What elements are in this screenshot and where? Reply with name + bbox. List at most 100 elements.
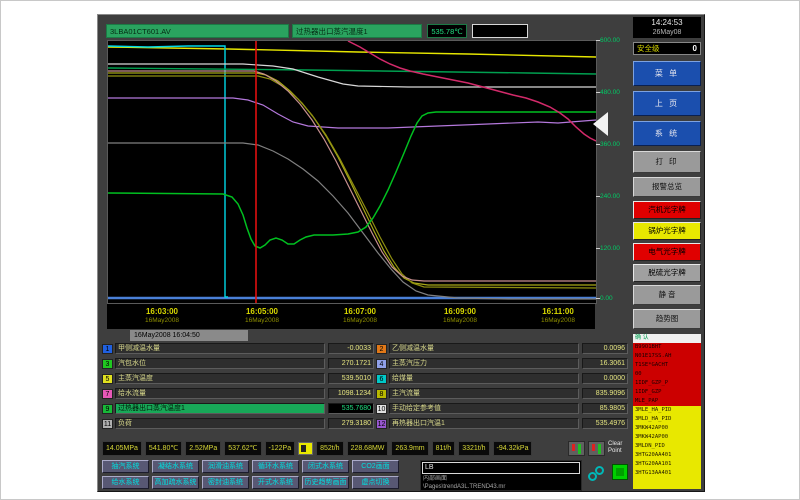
alarm-tag[interactable]: MLE_PAP [633,397,701,406]
nav-button[interactable]: 虚点切换 [352,476,399,489]
alarm-tag[interactable]: 3HTG13AA401 [633,469,701,478]
legend-row[interactable]: 6 给煤量 0.0000 [376,373,628,384]
command-console: LB 内部画面 \Pages\trendA3L.TREND43.mr [420,460,582,491]
pen-number-chip: 11 [102,419,113,429]
legend-row[interactable]: 7 给水流量 1098.1234 [102,388,374,399]
pen-label[interactable]: 汽包水位 [115,358,325,369]
trend-legend-left: 1 甲侧减温水量 -0.0033 3 汽包水位 270.1721 5 主蒸汽温度… [102,343,374,433]
indicator-panel-icon[interactable] [568,441,585,456]
alarm-summary-button[interactable]: 报警总览 [633,177,701,197]
pen-label[interactable]: 主蒸汽温度 [115,373,325,384]
point-name-field[interactable]: 过热器出口蒸汽温度1 [292,24,422,38]
nav-button[interactable]: 密封油系统 [202,476,249,489]
legend-row[interactable]: 10 手动给定参考值 85.9805 [376,403,628,414]
alarm-tag[interactable]: 1IDF_GZP_P [633,379,701,388]
annunciator-button[interactable]: 锅炉光字牌 [633,222,701,240]
legend-row[interactable]: 5 主蒸汽温度 539.5010 [102,373,374,384]
print-button[interactable]: 打 印 [633,151,701,173]
annunciator-button[interactable]: 电气光字牌 [633,243,701,261]
command-input[interactable]: LB [422,462,580,474]
alarm-tag[interactable]: 3MKW42AP00 [633,424,701,433]
alarm-tag[interactable]: 3MKW42AP00 [633,433,701,442]
pen-number-chip: 9 [102,404,113,414]
trend-plot[interactable] [108,41,596,303]
indicator-panel-icon[interactable] [588,441,605,456]
legend-row[interactable]: 9 过热器出口蒸汽温度1 535.7680 [102,403,374,414]
alarm-tag[interactable]: 3HTG20AA101 [633,460,701,469]
legend-row[interactable]: 3 汽包水位 270.1721 [102,358,374,369]
nav-button[interactable]: CO2画面 [352,460,399,473]
legend-row[interactable]: 11 负荷 279.3180 [102,418,374,429]
trend-page-button[interactable]: 趋势图 [633,309,701,329]
pen-label[interactable]: 给水流量 [115,388,325,399]
mute-button[interactable]: 静 音 [633,285,701,305]
link-icon[interactable] [588,464,608,486]
nav-button[interactable]: 抽汽系统 [102,460,149,473]
warning-chip-icon[interactable] [298,442,313,455]
alarm-list-yellow[interactable]: 3MLE_HA_PID3MLD_HA_PID3MKW42AP003MKW42AP… [633,406,701,489]
point-query-input[interactable] [472,24,528,38]
nav-button[interactable]: 高加疏水系统 [152,476,199,489]
menu-button[interactable]: 系 统 [633,121,701,146]
pen-label[interactable]: 负荷 [115,418,325,429]
time-tick: 16:03:00 16May2008 [145,307,179,324]
ack-strip[interactable]: 确 认 [633,334,701,343]
pen-label[interactable]: 手动给定参考值 [389,403,579,414]
nav-button[interactable]: 闭式水系统 [302,460,349,473]
time-label: 16:03:00 [145,307,179,316]
legend-row[interactable]: 1 甲侧减温水量 -0.0033 [102,343,374,354]
alarm-tag[interactable]: 3MLD_HA_PID [633,415,701,424]
annunciator-button[interactable]: 脱硫光字牌 [633,264,701,282]
trend-line-yellow [108,47,596,57]
pen-label[interactable]: 给煤量 [389,373,579,384]
date: 26May08 [633,28,701,38]
nav-button[interactable]: 润滑油系统 [202,460,249,473]
alarm-tag[interactable]: N01E17SS.AH [633,352,701,361]
nav-button[interactable]: 循环水系统 [252,460,299,473]
scale-tick: 600.00 [600,37,620,44]
console-path-line: \Pages\trendA3L.TREND43.mr [421,483,581,491]
status-bar: 14.05MPa541.80℃2.52MPa537.62℃-122Pa 852t… [102,439,630,457]
legend-row[interactable]: 2 乙侧减温水量 0.0096 [376,343,628,354]
pen-label[interactable]: 主蒸汽压力 [389,358,579,369]
alarm-tag[interactable]: 1IDF_GZP [633,388,701,397]
nav-button[interactable]: 历史趋势画面 [302,476,349,489]
nav-button[interactable]: 凝结水系统 [152,460,199,473]
pen-number-chip: 6 [376,374,387,384]
cursor-timestamp: 16May2008 16:04:50 [130,330,248,341]
trend-line-purple [108,98,596,128]
trend-legend-right: 2 乙侧减温水量 0.0096 4 主蒸汽压力 16.3061 6 给煤量 0.… [376,343,628,433]
legend-row[interactable]: 4 主蒸汽压力 16.3061 [376,358,628,369]
alarm-tag[interactable]: B99O1BHT [633,343,701,352]
point-tag-field[interactable]: 3LBA01CT601.AV [106,24,289,38]
menu-button[interactable]: 上 页 [633,91,701,116]
menu-button[interactable]: 菜 单 [633,61,701,86]
nav-button[interactable]: 给水系统 [102,476,149,489]
legend-row[interactable]: 8 主汽流量 835.9096 [376,388,628,399]
dcs-trend-window: 3LBA01CT601.AV 过热器出口蒸汽温度1 535.78℃ 600.00… [97,14,705,492]
green-status-button[interactable] [612,464,628,480]
alarm-tag[interactable]: 3HTG20AA401 [633,451,701,460]
legend-row[interactable]: 12 再热器出口汽温1 535.4976 [376,418,628,429]
alarm-tag[interactable]: 00 [633,370,701,379]
clock: 14:24:53 [633,17,701,28]
pen-number-chip: 4 [376,359,387,369]
scale-tick: 240.00 [600,193,620,200]
alarm-tag[interactable]: 3MLE_HA_PID [633,406,701,415]
alarm-tag[interactable]: 3MLDN_PID [633,442,701,451]
nav-button[interactable]: 开式水系统 [252,476,299,489]
alarm-list-red[interactable]: B99O1BHTN01E17SS.AHT1SE*GACHT001IDF_GZP_… [633,343,701,406]
pen-value: 279.3180 [328,418,374,429]
clear-point-label[interactable]: Clear Point [608,441,630,455]
pen-label[interactable]: 再热器出口汽温1 [389,418,579,429]
pen-label[interactable]: 乙侧减温水量 [389,343,579,354]
trend-chart[interactable] [107,40,597,304]
pen-label[interactable]: 主汽流量 [389,388,579,399]
alarm-tag[interactable]: T1SE*GACHT [633,361,701,370]
pen-value: 270.1721 [328,358,374,369]
scale-marker-icon[interactable] [593,112,608,136]
status-value: 852t/h [316,441,343,456]
annunciator-button[interactable]: 汽机光字牌 [633,201,701,219]
pen-label[interactable]: 过热器出口蒸汽温度1 [115,403,325,414]
pen-label[interactable]: 甲侧减温水量 [115,343,325,354]
